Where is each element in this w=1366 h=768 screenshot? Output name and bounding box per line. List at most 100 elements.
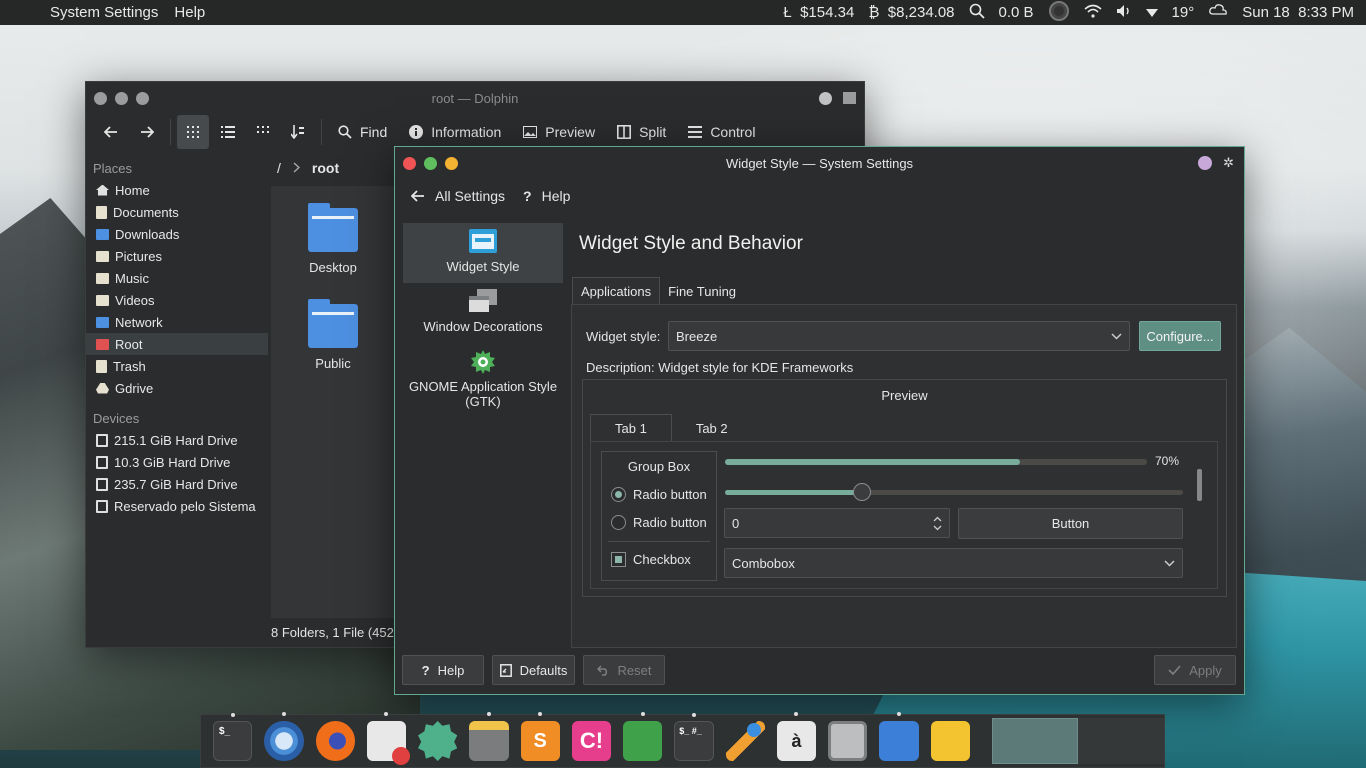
cpu-monitor-icon[interactable] — [1048, 0, 1070, 26]
preview-tab-1[interactable]: Tab 1 — [590, 414, 672, 442]
chevron-right-icon[interactable] — [293, 160, 300, 176]
minimize-button[interactable] — [115, 91, 128, 105]
maximize-button[interactable] — [445, 156, 458, 170]
find-button[interactable]: Find — [328, 115, 397, 149]
icons-view-button[interactable] — [177, 115, 209, 149]
place-home[interactable]: Home — [86, 179, 268, 201]
radio-label: Radio button — [633, 515, 707, 530]
configure-button[interactable]: Configure... — [1139, 321, 1221, 351]
keep-above-button[interactable] — [1198, 156, 1212, 170]
place-videos[interactable]: Videos — [86, 289, 268, 311]
place-downloads[interactable]: Downloads — [86, 223, 268, 245]
widget-style-combobox[interactable]: Breeze — [668, 321, 1130, 351]
preview-button[interactable]: Preview — [513, 115, 605, 149]
apply-button[interactable]: Apply — [1154, 655, 1236, 685]
ksysguard-icon[interactable] — [623, 712, 663, 761]
forward-button[interactable] — [130, 115, 164, 149]
chevron-down-icon[interactable] — [933, 525, 942, 531]
radio-button-2[interactable]: Radio button — [611, 515, 707, 530]
category-widget-style[interactable]: Widget Style — [403, 223, 563, 283]
spin-arrows[interactable] — [933, 516, 942, 531]
terminal-split-icon[interactable]: $_ #_ — [674, 713, 714, 761]
network-manager-icon[interactable] — [828, 721, 868, 761]
sticky-notes-icon[interactable] — [930, 721, 970, 761]
terminal-icon[interactable]: $_ — [213, 713, 253, 761]
bitcoin-ticker[interactable]: ₿ $8,234.08 — [868, 4, 954, 21]
volume-icon[interactable] — [1116, 4, 1132, 22]
clock[interactable]: Sun 18 8:33 PM — [1242, 4, 1354, 21]
close-button[interactable] — [94, 91, 107, 105]
place-network[interactable]: Network — [86, 311, 268, 333]
chevron-up-icon[interactable] — [933, 516, 942, 522]
window-menu-icon[interactable] — [843, 92, 856, 104]
device-item[interactable]: Reservado pelo Sistema — [86, 495, 268, 517]
temperature[interactable]: 19° — [1172, 4, 1195, 21]
breadcrumb-root[interactable]: / — [277, 160, 281, 176]
chromium-icon[interactable] — [264, 712, 304, 761]
sort-button[interactable] — [281, 115, 315, 149]
search-icon[interactable] — [969, 3, 985, 22]
footer-help-button[interactable]: ? Help — [402, 655, 484, 685]
keep-above-button[interactable] — [819, 92, 832, 105]
gear-icon[interactable]: ✲ — [1223, 155, 1234, 171]
text-editor-icon[interactable] — [366, 712, 411, 765]
slider[interactable] — [725, 483, 1183, 501]
details-view-button[interactable] — [211, 115, 245, 149]
minimize-button[interactable] — [424, 156, 437, 170]
desktop-1[interactable] — [991, 718, 1078, 764]
device-item[interactable]: 10.3 GiB Hard Drive — [86, 451, 268, 473]
back-button[interactable] — [94, 115, 128, 149]
split-button[interactable]: Split — [607, 115, 676, 149]
character-map-icon[interactable]: à — [776, 712, 817, 761]
help-button[interactable]: ? Help — [523, 188, 570, 204]
spin-box[interactable]: 0 — [724, 508, 950, 538]
place-music[interactable]: Music — [86, 267, 268, 289]
information-button[interactable]: Information — [399, 115, 511, 149]
exclamation-app-icon[interactable]: C! — [571, 721, 612, 761]
place-trash[interactable]: Trash — [86, 355, 268, 377]
system-settings-icon[interactable] — [418, 721, 458, 761]
tab-fine-tuning[interactable]: Fine Tuning — [660, 277, 744, 305]
close-button[interactable] — [403, 156, 416, 170]
dolphin-titlebar[interactable]: root — Dolphin — [86, 82, 864, 114]
sublime-text-icon[interactable]: S — [520, 712, 560, 761]
device-item[interactable]: 235.7 GiB Hard Drive — [86, 473, 268, 495]
help-menu[interactable]: Help — [174, 4, 205, 21]
wifi-icon[interactable] — [1084, 4, 1102, 22]
preview-button[interactable]: Button — [958, 508, 1183, 539]
active-app-name[interactable]: System Settings — [50, 4, 158, 21]
archive-manager-icon[interactable] — [469, 712, 509, 761]
maximize-button[interactable] — [136, 91, 149, 105]
reset-button[interactable]: Reset — [583, 655, 665, 685]
color-picker-icon[interactable] — [725, 721, 765, 761]
scrollbar[interactable] — [1197, 469, 1202, 501]
defaults-button[interactable]: Defaults — [492, 655, 575, 685]
slider-handle[interactable] — [853, 483, 872, 501]
tray-expand-icon[interactable] — [1145, 4, 1158, 21]
tab-applications[interactable]: Applications — [572, 277, 661, 305]
file-item[interactable]: Public — [273, 299, 393, 371]
category-gtk[interactable]: GNOME Application Style (GTK) — [403, 343, 563, 415]
device-item[interactable]: 215.1 GiB Hard Drive — [86, 429, 268, 451]
compact-view-button[interactable] — [247, 115, 279, 149]
settings-titlebar[interactable]: Widget Style — System Settings ✲ — [395, 147, 1244, 179]
file-view[interactable]: Desktop Public — [271, 186, 396, 618]
preview-combobox[interactable]: Combobox — [724, 548, 1183, 578]
all-settings-button[interactable]: All Settings — [411, 188, 505, 204]
category-window-decorations[interactable]: Window Decorations — [403, 283, 563, 343]
settings-header: All Settings ? Help — [395, 179, 1244, 213]
dolphin-dock-icon[interactable] — [879, 712, 919, 761]
place-pictures[interactable]: Pictures — [86, 245, 268, 267]
place-gdrive[interactable]: Gdrive — [86, 377, 268, 399]
preview-tab-2[interactable]: Tab 2 — [672, 414, 752, 442]
control-button[interactable]: Control — [678, 115, 765, 149]
place-root[interactable]: Root — [86, 333, 268, 355]
checkbox[interactable]: Checkbox — [611, 552, 691, 567]
breadcrumb-current[interactable]: root — [312, 160, 339, 176]
radio-button-1[interactable]: Radio button — [611, 487, 707, 502]
desktop-2[interactable] — [1077, 718, 1164, 764]
place-documents[interactable]: Documents — [86, 201, 268, 223]
litecoin-ticker[interactable]: Ł $154.34 — [783, 4, 854, 21]
file-item[interactable]: Desktop — [273, 203, 393, 275]
firefox-icon[interactable] — [315, 721, 355, 761]
